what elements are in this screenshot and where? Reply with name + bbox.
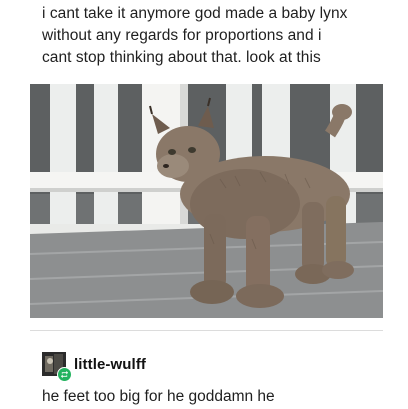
reblog-icon (57, 367, 72, 382)
lynx-photo-illustration (30, 84, 383, 318)
tumblr-post: i cant take it anymore god made a baby l… (0, 0, 408, 409)
caption-line: i cant take it anymore god made a baby l… (42, 5, 348, 22)
user-avatar-icon[interactable] (42, 352, 72, 382)
post-divider (30, 330, 383, 331)
caption-line: without any regards for proportions and … (42, 27, 322, 44)
caption-line: cant stop thinking about that. look at t… (42, 49, 321, 66)
reblog-comment: he feet too big for he goddamn he (42, 388, 275, 405)
post-caption: i cant take it anymore god made a baby l… (42, 3, 392, 69)
lynx-photo[interactable] (30, 84, 383, 318)
reblog-header: little-wulff (42, 351, 146, 382)
reblog-username[interactable]: little-wulff (74, 356, 146, 373)
